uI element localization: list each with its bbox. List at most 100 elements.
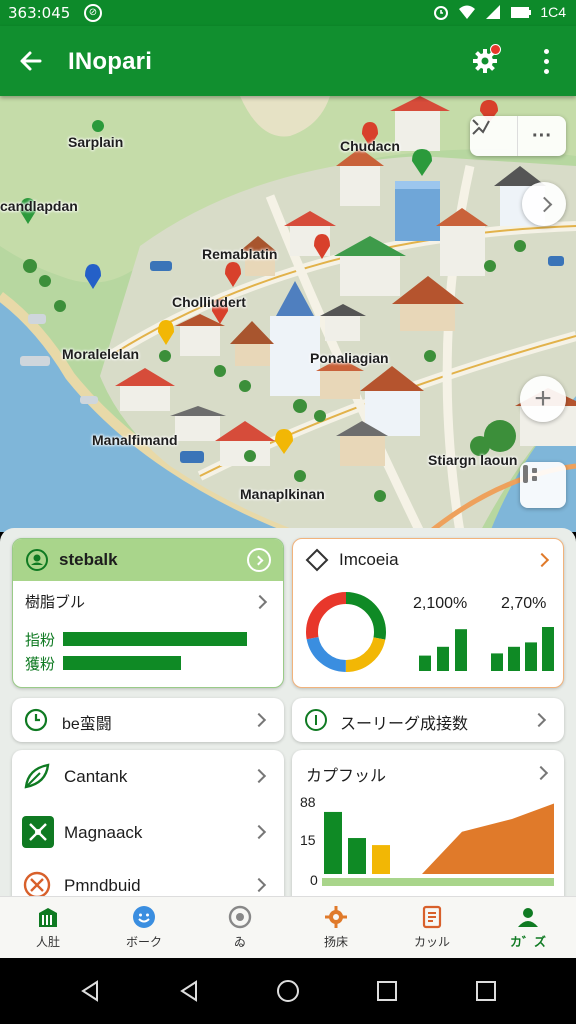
mini-bar	[508, 646, 520, 671]
nav-label: 扬床	[323, 935, 348, 949]
map-next-button[interactable]	[522, 182, 566, 226]
insight-card-header: Imcoeia	[293, 539, 563, 581]
clock-icon	[24, 708, 48, 732]
chevron-right-icon[interactable]	[252, 594, 268, 610]
nav-item-profile[interactable]: カ゛ズ	[480, 897, 576, 958]
settings-icon	[228, 905, 252, 929]
map-label: Manalfimand	[92, 432, 178, 448]
list-item-label: Cantank	[64, 767, 128, 786]
status-time: 363:045	[8, 4, 71, 22]
mini-bar	[437, 646, 449, 671]
map-label: Manaplkinan	[240, 486, 325, 502]
mini-bar	[419, 655, 431, 671]
mini-bar	[525, 642, 537, 671]
series-row[interactable]: スーリーグ成接数	[292, 698, 564, 742]
map-label: Remablatin	[202, 246, 278, 262]
status-card[interactable]: stebalk 樹脂ブル 指粉 獲粉	[12, 538, 284, 688]
map-label: Ponaliagian	[310, 350, 389, 366]
list-item-pmndbuid[interactable]: Pmndbuid	[12, 862, 284, 898]
back-arrow-icon[interactable]	[14, 44, 48, 78]
list-item-magnaack[interactable]: Magnaack	[12, 806, 284, 858]
smile-icon	[133, 906, 155, 928]
battery-text: 1C4	[540, 4, 566, 20]
chevron-right-icon	[251, 768, 267, 784]
nav-label: ボーク	[125, 935, 162, 949]
chevron-right-icon	[531, 712, 547, 728]
route-icon[interactable]	[470, 116, 518, 156]
more-options-icon[interactable]	[532, 44, 560, 78]
nav-item-settings[interactable]: ゐ	[192, 897, 288, 958]
bottom-navigation: 人肚 ボーク ゐ 扬床 カッル カ゛ズ	[0, 896, 576, 958]
chart-card[interactable]: カプフッル 88 15 0	[292, 750, 564, 898]
menu-list-card: Cantank Magnaack Pmndbuid	[12, 750, 284, 898]
home-circle-icon[interactable]	[275, 978, 301, 1004]
status-row-label: 樹脂ブル	[25, 594, 86, 611]
battery-icon	[511, 7, 532, 18]
percent-label-2: 2,70%	[501, 595, 547, 612]
back-triangle-icon[interactable]	[176, 978, 202, 1004]
progress-bar-1	[63, 632, 247, 646]
map-view[interactable]: Sarplain Chudacn candlapdan Remablatin C…	[0, 96, 576, 532]
chart-bar	[372, 845, 390, 874]
y-tick-label: 88	[300, 794, 316, 810]
nav-item-book[interactable]: ボーク	[96, 897, 192, 958]
nav-label: 人肚	[35, 935, 60, 949]
status-card-title: stebalk	[59, 550, 118, 569]
page-title: INopari	[68, 48, 153, 75]
chart-baseline	[322, 878, 554, 886]
y-tick-label: 15	[300, 832, 316, 848]
map-label: Stiargn laoun	[428, 452, 518, 468]
insight-card[interactable]: Imcoeia 2,100% 2,70%	[292, 538, 564, 688]
chevron-right-icon[interactable]	[534, 552, 550, 568]
signal-icon	[486, 5, 501, 19]
wrench-icon	[23, 871, 51, 898]
chevron-right-icon	[251, 877, 267, 893]
nav-item-document[interactable]: カッル	[384, 897, 480, 958]
recents-square-icon[interactable]	[374, 978, 400, 1004]
bar1-label: 指粉	[25, 632, 56, 649]
map-label: Cholliudert	[172, 294, 246, 310]
chart-bar	[348, 838, 366, 874]
progress-bar-2	[63, 656, 181, 670]
layers-button[interactable]	[520, 462, 566, 508]
zoom-in-button[interactable]: +	[520, 376, 566, 422]
back-triangle-icon[interactable]	[77, 978, 103, 1004]
chevron-right-icon[interactable]	[533, 765, 549, 781]
notification-dot	[490, 44, 501, 55]
tools-icon	[22, 816, 54, 848]
status-card-open-icon[interactable]	[247, 548, 271, 572]
mini-bar	[542, 627, 554, 671]
chevron-right-icon	[251, 824, 267, 840]
app-bar: INopari	[0, 26, 576, 96]
combo-chart	[322, 803, 554, 886]
mini-bar	[491, 653, 503, 671]
info-circle-icon	[305, 709, 327, 731]
layers-icon	[523, 465, 537, 483]
map-tools-group: ···	[470, 116, 566, 156]
alarm-icon	[434, 6, 449, 20]
chart-bar	[324, 811, 342, 874]
map-more-icon[interactable]: ···	[518, 116, 566, 156]
nav-label: カッル	[413, 935, 450, 949]
document-icon	[422, 905, 442, 929]
map-label: candlapdan	[0, 198, 78, 214]
recents-square-icon[interactable]	[473, 978, 499, 1004]
nav-item-gear[interactable]: 扬床	[288, 897, 384, 958]
list-item-cantank[interactable]: Cantank	[12, 750, 284, 802]
gear-icon	[325, 906, 347, 928]
map-label: Moralelelan	[62, 346, 140, 362]
clock-row[interactable]: be蛮闘	[12, 698, 284, 742]
map-label: Chudacn	[340, 138, 400, 154]
system-navigation-bar	[0, 958, 576, 1024]
chart-card-title: カプフッル	[306, 768, 387, 785]
nav-item-people[interactable]: 人肚	[0, 897, 96, 958]
diamond-icon	[305, 548, 329, 572]
percent-label-1: 2,100%	[413, 595, 468, 612]
leaf-icon	[24, 763, 50, 789]
clock-row-label: be蛮闘	[62, 716, 112, 733]
location-icon	[26, 549, 48, 571]
chart-area	[392, 803, 554, 874]
person-icon	[518, 908, 538, 927]
dashboard-panel: stebalk 樹脂ブル 指粉 獲粉 Imcoeia 2,100% 2,70% …	[0, 528, 576, 898]
donut-chart	[306, 592, 386, 672]
